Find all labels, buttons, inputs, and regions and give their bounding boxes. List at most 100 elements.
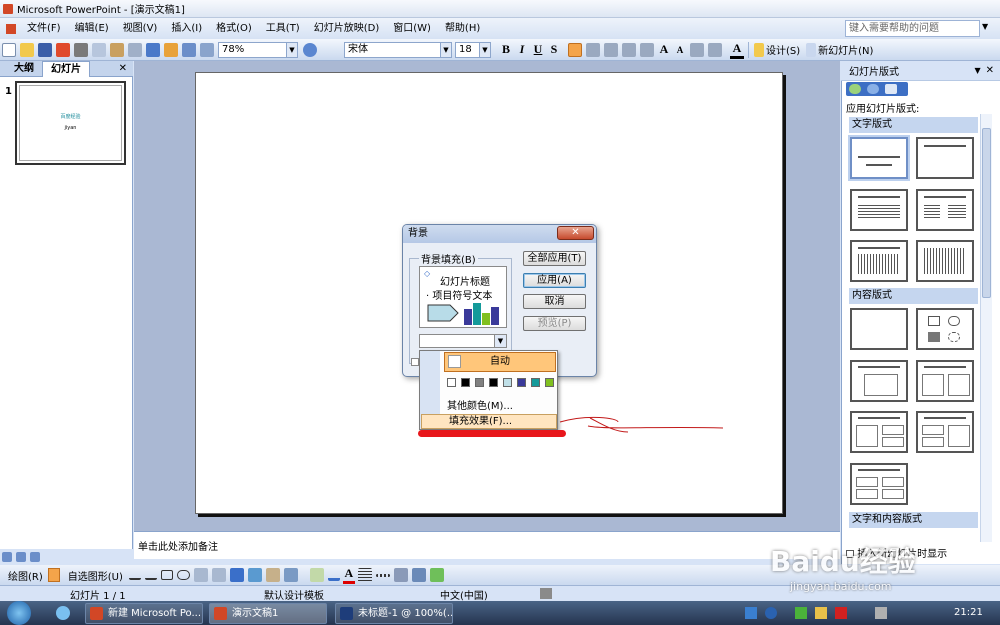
swatch-teal[interactable]	[531, 378, 540, 387]
clipart-icon[interactable]	[265, 568, 280, 582]
layout-title-two-content[interactable]	[916, 360, 974, 402]
close-icon[interactable]: ✕	[119, 63, 127, 74]
bullets-icon[interactable]	[640, 42, 654, 57]
swatch-black-2[interactable]	[489, 378, 498, 387]
line-icon[interactable]	[128, 570, 141, 580]
picture-icon[interactable]	[283, 568, 298, 582]
swatch-light-blue[interactable]	[503, 378, 512, 387]
menu-tools[interactable]: 工具(T)	[259, 19, 307, 39]
font-color-icon[interactable]: A	[730, 41, 744, 59]
insert-chart-icon[interactable]	[164, 42, 178, 57]
save-icon[interactable]	[38, 42, 52, 57]
cut-icon[interactable]	[92, 42, 106, 57]
taskbar-item-presentation[interactable]: 演示文稿1	[209, 603, 327, 624]
decrease-font-icon[interactable]: A	[673, 45, 687, 55]
insert-table-icon[interactable]	[182, 42, 196, 57]
help-search-input[interactable]: 键入需要帮助的问题	[845, 20, 980, 37]
layout-title-text[interactable]	[850, 189, 908, 231]
font-size-select[interactable]: 18 ▼	[455, 41, 491, 58]
task-pane-scrollbar[interactable]	[980, 114, 992, 542]
menu-help[interactable]: 帮助(H)	[438, 19, 487, 39]
fill-effects-option[interactable]: 填充效果(F)...	[421, 414, 557, 429]
app-menu-icon[interactable]	[6, 23, 16, 34]
security-icon[interactable]	[815, 607, 827, 619]
line-style-icon[interactable]	[357, 568, 372, 582]
select-pointer-icon[interactable]	[47, 568, 60, 582]
open-icon[interactable]	[20, 42, 34, 57]
start-button[interactable]	[7, 601, 31, 625]
design-button[interactable]: 设计(S)	[766, 42, 800, 57]
omit-graphics-checkbox[interactable]	[411, 358, 419, 366]
layout-title-four-content[interactable]	[850, 463, 908, 505]
layout-two-column-text[interactable]	[916, 189, 974, 231]
help-dropdown-icon[interactable]: ▼	[982, 22, 988, 31]
preview-button[interactable]: 预览(P)	[523, 316, 586, 331]
draw-font-color-icon[interactable]: A	[342, 566, 355, 584]
zoom-select[interactable]: 78% ▼	[218, 41, 298, 58]
line-color-icon[interactable]	[327, 569, 340, 581]
swatch-white[interactable]	[447, 378, 456, 387]
arrow-style-icon[interactable]	[393, 568, 408, 582]
apply-button[interactable]: 应用(A)	[523, 273, 586, 288]
increase-font-icon[interactable]: A	[657, 42, 671, 57]
layout-vertical-text[interactable]	[850, 240, 908, 282]
apply-all-button[interactable]: 全部应用(T)	[523, 251, 586, 266]
grid-icon[interactable]	[200, 42, 214, 57]
menu-format[interactable]: 格式(O)	[209, 19, 259, 39]
swatch-black[interactable]	[461, 378, 470, 387]
help-icon[interactable]	[303, 42, 317, 57]
taskbar-item-ppt-new[interactable]: 新建 Microsoft Po...	[85, 603, 203, 624]
paste-icon[interactable]	[110, 42, 124, 57]
align-right-icon[interactable]	[604, 42, 618, 57]
3d-style-icon[interactable]	[429, 568, 444, 582]
normal-view-icon[interactable]	[2, 552, 12, 562]
spellcheck-icon[interactable]	[540, 588, 552, 599]
increase-indent-icon[interactable]	[708, 42, 722, 57]
tab-slides[interactable]: 幻灯片	[42, 60, 90, 77]
underline-button[interactable]: U	[531, 42, 545, 57]
vertical-textbox-icon[interactable]	[211, 568, 226, 582]
back-icon[interactable]	[849, 84, 861, 94]
shadow-style-icon[interactable]	[411, 568, 426, 582]
menu-edit[interactable]: 编辑(E)	[68, 19, 116, 39]
slideshow-icon[interactable]	[30, 552, 40, 562]
home-icon[interactable]	[885, 84, 897, 94]
undo-icon[interactable]	[146, 42, 160, 57]
print-icon[interactable]	[74, 42, 88, 57]
quicklaunch-icon[interactable]	[56, 606, 70, 620]
tab-outline[interactable]: 大纲	[6, 61, 42, 76]
dialog-close-button[interactable]: ✕	[557, 226, 594, 240]
oval-icon[interactable]	[176, 570, 190, 580]
new-slide-button[interactable]: 新幻灯片(N)	[818, 42, 873, 57]
dash-style-icon[interactable]	[375, 573, 390, 577]
arrow-icon[interactable]	[144, 570, 157, 580]
shadow-button[interactable]: S	[547, 42, 561, 57]
layout-title-content-two[interactable]	[850, 411, 908, 453]
slide-sorter-icon[interactable]	[16, 552, 26, 562]
fill-color-select[interactable]: ▼	[419, 334, 507, 348]
menu-view[interactable]: 视图(V)	[116, 19, 165, 39]
tray-icon[interactable]	[745, 607, 757, 619]
forward-icon[interactable]	[867, 84, 879, 94]
antivirus-icon[interactable]	[835, 607, 847, 619]
layout-title-two-content-right[interactable]	[916, 411, 974, 453]
menu-slideshow[interactable]: 幻灯片放映(D)	[307, 19, 387, 39]
decrease-indent-icon[interactable]	[690, 42, 704, 57]
draw-menu-button[interactable]: 绘图(R)	[8, 568, 43, 583]
swatch-green[interactable]	[545, 378, 554, 387]
new-doc-icon[interactable]	[2, 42, 16, 57]
swatch-indigo[interactable]	[517, 378, 526, 387]
slide-thumbnail[interactable]: 百度经验 jiyan	[15, 81, 126, 165]
close-icon[interactable]: ✕	[986, 65, 994, 76]
layout-content[interactable]	[916, 308, 974, 350]
cancel-button[interactable]: 取消	[523, 294, 586, 309]
layout-title-slide[interactable]	[850, 137, 908, 179]
layout-title-only[interactable]	[916, 137, 974, 179]
diagram-icon[interactable]	[247, 568, 262, 582]
layout-vertical-title-text[interactable]	[916, 240, 974, 282]
numbering-icon[interactable]	[622, 42, 636, 57]
rectangle-icon[interactable]	[160, 570, 173, 580]
scrollbar-thumb[interactable]	[982, 128, 991, 298]
chevron-down-icon[interactable]: ▼	[494, 335, 506, 347]
layout-title-content[interactable]	[850, 360, 908, 402]
